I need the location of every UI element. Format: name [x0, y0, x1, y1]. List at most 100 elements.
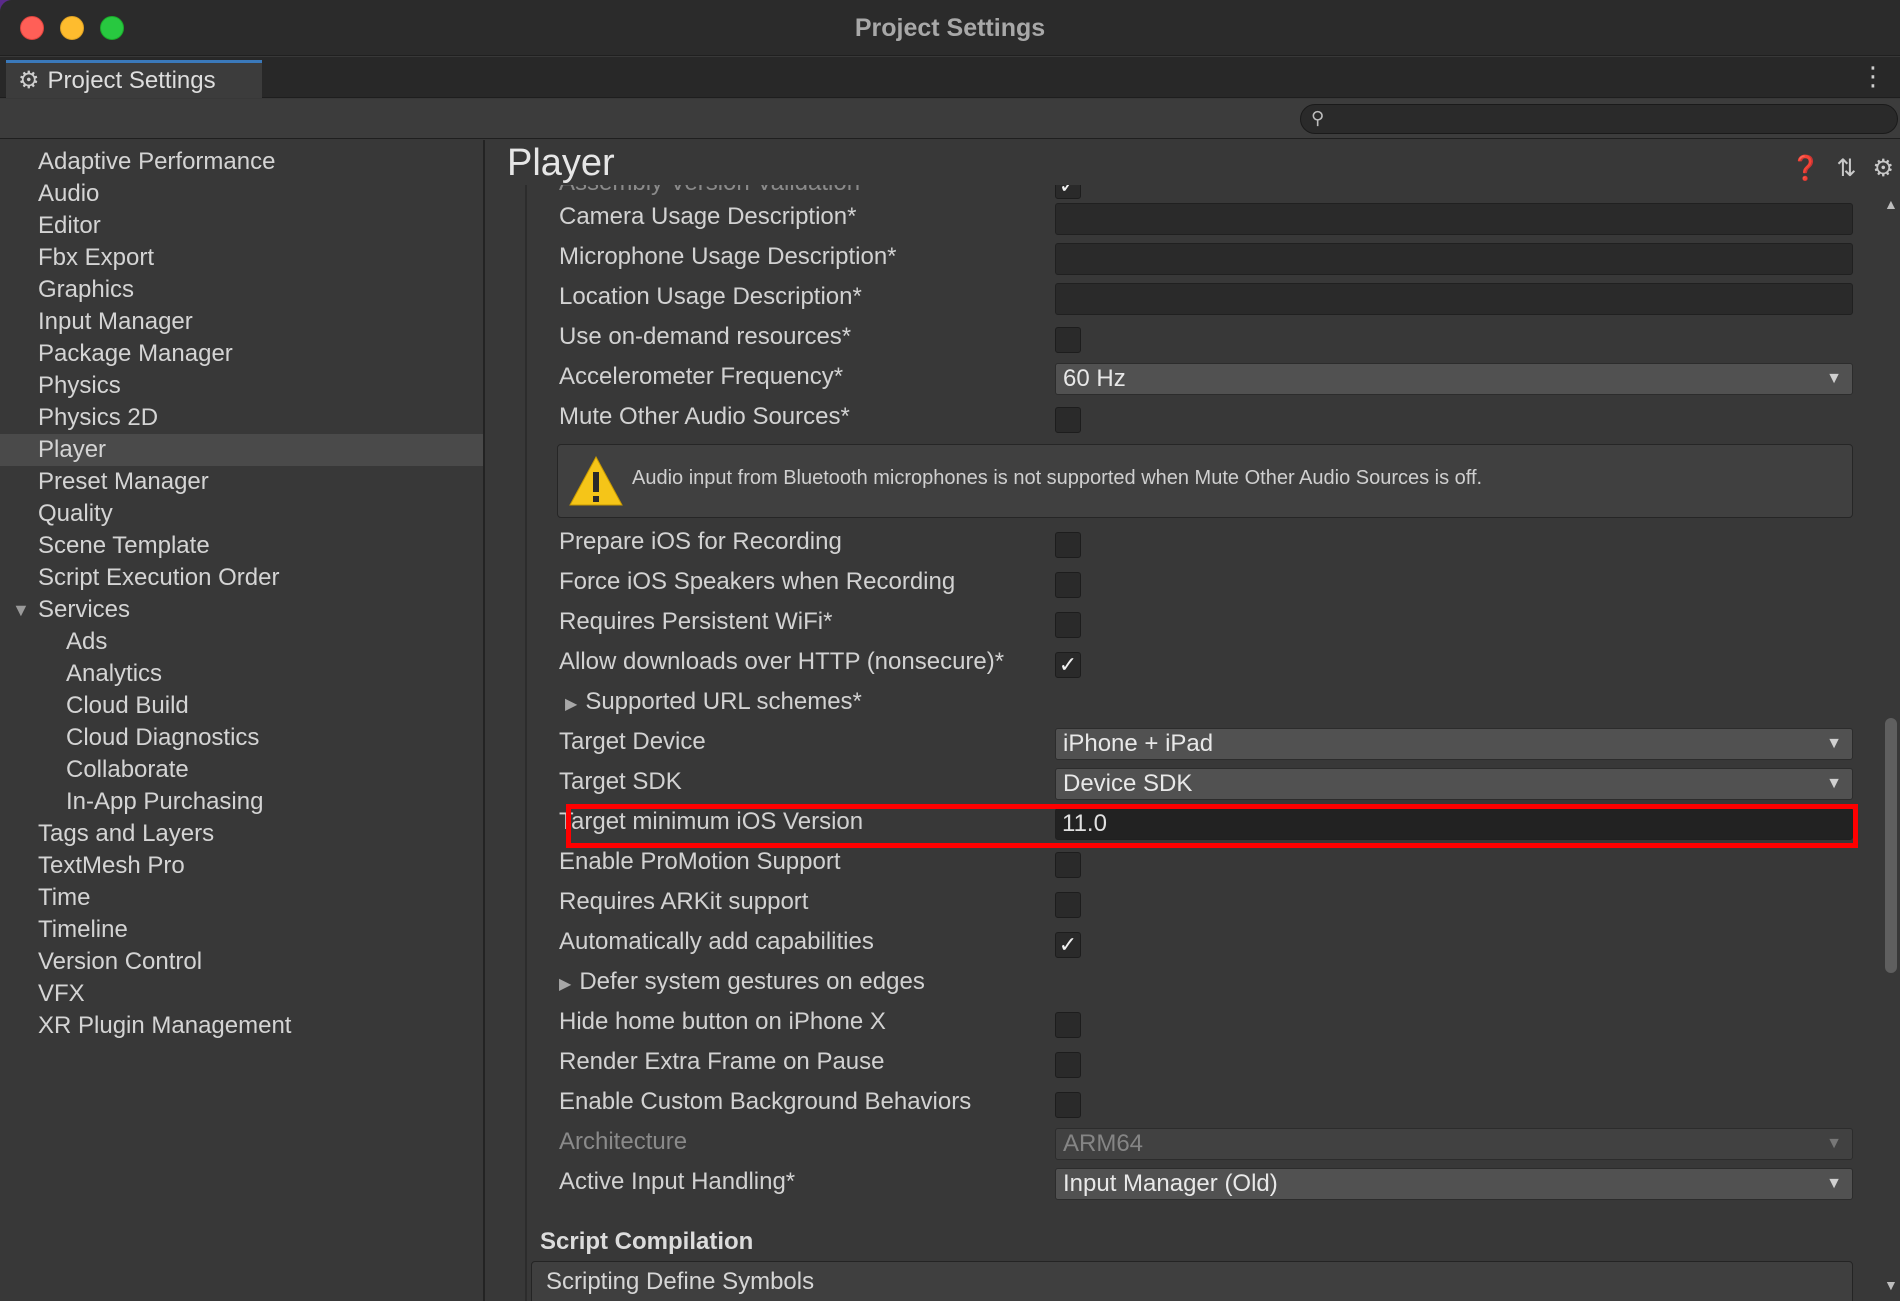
hide-home-button-checkbox[interactable]: [1055, 1012, 1081, 1038]
custom-background-checkbox[interactable]: [1055, 1092, 1081, 1118]
accelerometer-frequency-dropdown[interactable]: 60 Hz ▼: [1055, 363, 1853, 395]
sidebar-item-vfx[interactable]: VFX: [0, 978, 483, 1010]
supported-url-schemes-row[interactable]: ▶ Supported URL schemes*: [527, 684, 1877, 724]
sidebar-item-input-manager[interactable]: Input Manager: [0, 306, 483, 338]
accelerometer-frequency-label: Accelerometer Frequency*: [559, 363, 844, 390]
allow-http-label: Allow downloads over HTTP (nonsecure)*: [559, 648, 1005, 675]
arkit-support-label: Requires ARKit support: [559, 888, 809, 915]
sidebar-item-physics[interactable]: Physics: [0, 370, 483, 402]
arkit-support-checkbox[interactable]: [1055, 892, 1081, 918]
vertical-scrollbar[interactable]: ▲ ▼: [1882, 188, 1900, 1301]
sidebar-item-quality[interactable]: Quality: [0, 498, 483, 530]
dropdown-value: Device SDK: [1063, 770, 1193, 797]
accelerometer-frequency-row: Accelerometer Frequency* 60 Hz ▼: [527, 359, 1877, 399]
allow-http-checkbox[interactable]: ✓: [1055, 652, 1081, 678]
scripting-define-symbols-box[interactable]: Scripting Define Symbols: [531, 1261, 1853, 1301]
sidebar-item-cloud-build[interactable]: Cloud Build: [0, 690, 483, 722]
sidebar-item-fbx-export[interactable]: Fbx Export: [0, 242, 483, 274]
prepare-ios-recording-label: Prepare iOS for Recording: [559, 528, 842, 555]
warning-text: Audio input from Bluetooth microphones i…: [632, 467, 1483, 489]
sidebar-item-timeline[interactable]: Timeline: [0, 914, 483, 946]
search-input[interactable]: [1337, 107, 1887, 131]
sidebar-item-in-app-purchasing[interactable]: In-App Purchasing: [0, 786, 483, 818]
player-settings-content: Assembly Version Validation ✓ Camera Usa…: [525, 185, 1877, 1301]
mute-other-audio-checkbox[interactable]: [1055, 407, 1081, 433]
target-sdk-label: Target SDK: [559, 768, 682, 795]
sidebar-item-script-execution-order[interactable]: Script Execution Order: [0, 562, 483, 594]
prepare-ios-recording-checkbox[interactable]: [1055, 532, 1081, 558]
scroll-up-icon[interactable]: ▲: [1884, 196, 1898, 212]
target-device-label: Target Device: [559, 728, 706, 755]
toolbar: ⚲: [0, 99, 1900, 139]
persistent-wifi-label: Requires Persistent WiFi*: [559, 608, 833, 635]
scroll-down-icon[interactable]: ▼: [1884, 1277, 1898, 1293]
chevron-down-icon: ▼: [1826, 1135, 1842, 1152]
sidebar-item-audio[interactable]: Audio: [0, 178, 483, 210]
tab-bar: ⚙ Project Settings ⋮: [0, 57, 1900, 98]
sidebar-item-graphics[interactable]: Graphics: [0, 274, 483, 306]
microphone-usage-label: Microphone Usage Description*: [559, 243, 897, 270]
sidebar-item-collaborate[interactable]: Collaborate: [0, 754, 483, 786]
on-demand-resources-label: Use on-demand resources*: [559, 323, 852, 350]
persistent-wifi-checkbox[interactable]: [1055, 612, 1081, 638]
foldout-label: Defer system gestures on edges: [579, 968, 925, 995]
supported-url-schemes-foldout[interactable]: ▶ Supported URL schemes*: [565, 688, 862, 716]
fold-open-icon[interactable]: ▼: [12, 594, 30, 626]
defer-gestures-row[interactable]: ▶ Defer system gestures on edges: [527, 964, 1877, 1004]
highlight-box: [566, 804, 1858, 848]
camera-usage-field[interactable]: [1055, 203, 1853, 235]
title-bar: Project Settings: [0, 0, 1900, 56]
sidebar-item-version-control[interactable]: Version Control: [0, 946, 483, 978]
settings-gear-icon[interactable]: ⚙: [1872, 154, 1894, 183]
settings-sidebar: Adaptive Performance Audio Editor Fbx Ex…: [0, 140, 485, 1301]
target-device-dropdown[interactable]: iPhone + iPad ▼: [1055, 728, 1853, 760]
sidebar-item-xr-plugin-management[interactable]: XR Plugin Management: [0, 1010, 483, 1042]
sidebar-item-scene-template[interactable]: Scene Template: [0, 530, 483, 562]
auto-capabilities-checkbox[interactable]: ✓: [1055, 932, 1081, 958]
chevron-down-icon: ▼: [1826, 735, 1842, 752]
help-icon[interactable]: ❓: [1790, 154, 1820, 183]
active-input-handling-dropdown[interactable]: Input Manager (Old) ▼: [1055, 1168, 1853, 1200]
sidebar-item-tags-and-layers[interactable]: Tags and Layers: [0, 818, 483, 850]
preset-sliders-icon[interactable]: ⇅: [1836, 154, 1856, 183]
foldout-label: Supported URL schemes*: [585, 688, 862, 715]
sidebar-item-package-manager[interactable]: Package Manager: [0, 338, 483, 370]
promotion-support-checkbox[interactable]: [1055, 852, 1081, 878]
target-device-row: Target Device iPhone + iPad ▼: [527, 724, 1877, 764]
auto-capabilities-row: Automatically add capabilities ✓: [527, 924, 1877, 964]
search-icon: ⚲: [1311, 108, 1325, 128]
sidebar-item-time[interactable]: Time: [0, 882, 483, 914]
sidebar-item-textmesh-pro[interactable]: TextMesh Pro: [0, 850, 483, 882]
force-ios-speakers-checkbox[interactable]: [1055, 572, 1081, 598]
custom-background-label: Enable Custom Background Behaviors: [559, 1088, 972, 1115]
tab-project-settings[interactable]: ⚙ Project Settings: [6, 60, 262, 98]
auto-capabilities-label: Automatically add capabilities: [559, 928, 874, 955]
more-options-icon[interactable]: ⋮: [1860, 61, 1886, 91]
microphone-usage-field[interactable]: [1055, 243, 1853, 275]
sidebar-item-preset-manager[interactable]: Preset Manager: [0, 466, 483, 498]
render-extra-frame-checkbox[interactable]: [1055, 1052, 1081, 1078]
sidebar-item-analytics[interactable]: Analytics: [0, 658, 483, 690]
promotion-support-row: Enable ProMotion Support: [527, 844, 1877, 884]
sidebar-item-label: Services: [38, 596, 131, 623]
architecture-dropdown: ARM64 ▼: [1055, 1128, 1853, 1160]
on-demand-resources-checkbox[interactable]: [1055, 327, 1081, 353]
assembly-version-validation-label: Assembly Version Validation: [559, 185, 860, 197]
force-ios-speakers-label: Force iOS Speakers when Recording: [559, 568, 956, 595]
search-field[interactable]: ⚲: [1300, 104, 1898, 134]
window-title: Project Settings: [854, 14, 1046, 42]
sidebar-item-editor[interactable]: Editor: [0, 210, 483, 242]
fold-closed-icon: ▶: [559, 976, 572, 993]
sidebar-item-services[interactable]: ▼ Services: [0, 594, 483, 626]
sidebar-item-physics-2d[interactable]: Physics 2D: [0, 402, 483, 434]
sidebar-item-cloud-diagnostics[interactable]: Cloud Diagnostics: [0, 722, 483, 754]
location-usage-field[interactable]: [1055, 283, 1853, 315]
sidebar-item-player[interactable]: Player: [0, 434, 483, 466]
scrollbar-thumb[interactable]: [1885, 718, 1897, 973]
sidebar-item-adaptive-performance[interactable]: Adaptive Performance: [0, 146, 483, 178]
target-sdk-dropdown[interactable]: Device SDK ▼: [1055, 768, 1853, 800]
defer-gestures-foldout[interactable]: ▶ Defer system gestures on edges: [559, 968, 925, 996]
page-title: Player: [507, 142, 615, 184]
assembly-version-validation-checkbox[interactable]: ✓: [1055, 185, 1081, 199]
sidebar-item-ads[interactable]: Ads: [0, 626, 483, 658]
